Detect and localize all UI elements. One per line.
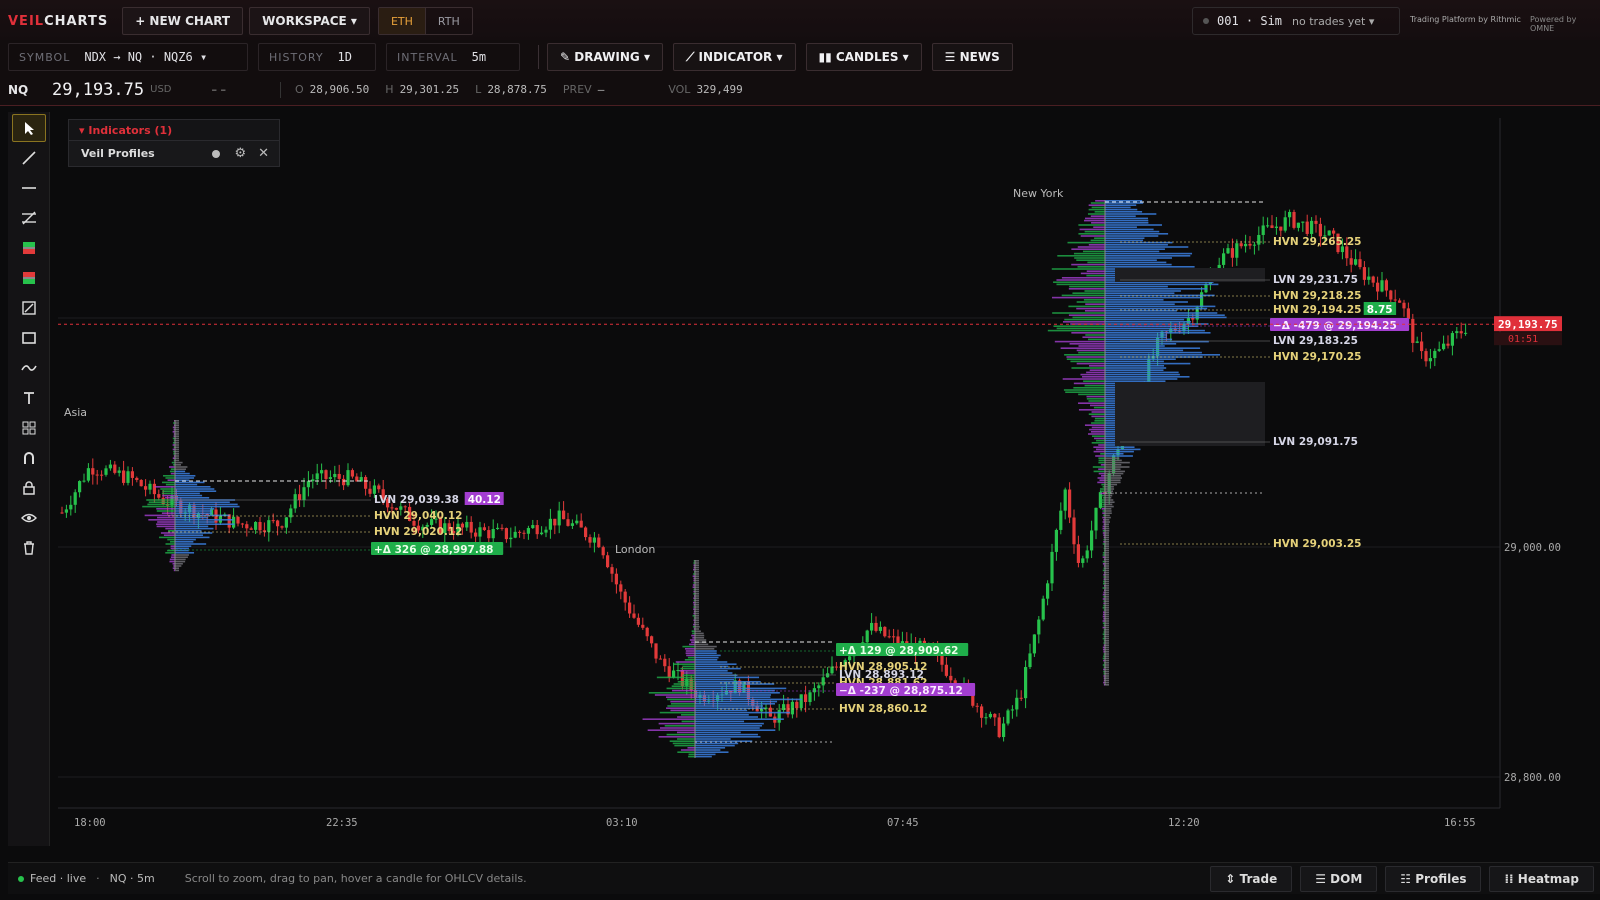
long-position-tool-icon[interactable] (12, 234, 46, 262)
session-eth-button[interactable]: ETH (378, 8, 426, 34)
quote-bar: NQ 29,193.75 USD – – O 28,906.50 H 29,301.… (0, 74, 1600, 106)
open-value: 28,906.50 (309, 83, 370, 96)
open-label: O (295, 83, 304, 96)
trade-button[interactable]: ⇕ Trade (1210, 865, 1293, 892)
indicator-item[interactable]: Veil Profiles ⚙ ✕ (68, 141, 280, 167)
symbol-label: SYMBOL (19, 50, 71, 64)
indicator-dropdown[interactable]: ⟋ INDICATOR ▾ (672, 43, 796, 71)
toolbar: SYMBOL NDX → NQ · NQZ6 ▾ HISTORY 1D INTE… (0, 40, 1600, 74)
quote-currency: USD (150, 84, 172, 95)
interval-label: INTERVAL (397, 50, 458, 64)
close-icon[interactable]: ✕ (258, 146, 269, 161)
high-label: H (385, 83, 394, 96)
magnet-tool-icon[interactable] (12, 444, 46, 472)
indicator-name: Veil Profiles (81, 147, 155, 160)
parallel-channel-tool-icon[interactable] (12, 204, 46, 232)
account-status: no trades yet ▾ (1292, 14, 1375, 28)
text-tool-icon[interactable] (12, 384, 46, 412)
quote-symbol: NQ (8, 82, 29, 97)
measure-tool-icon[interactable] (12, 294, 46, 322)
visibility-dot-icon[interactable] (212, 149, 221, 158)
history-value: 1D (337, 50, 352, 64)
lock-tool-icon[interactable] (12, 474, 46, 502)
quote-divider (280, 81, 281, 98)
symbol-value: NDX → NQ · NQZ6 ▾ (84, 50, 208, 64)
new-chart-button[interactable]: + NEW CHART (122, 7, 244, 35)
history-label: HISTORY (269, 50, 324, 64)
low-label: L (475, 83, 482, 96)
quote-change: – – (211, 83, 227, 96)
indicators-header[interactable]: ▾ Indicators (1) (68, 119, 280, 141)
heatmap-button[interactable]: ⁞⁞ Heatmap (1489, 865, 1594, 892)
feed-live-dot-icon (18, 875, 24, 882)
account-name: 001 · Sim (1217, 14, 1283, 28)
workspace-dropdown[interactable]: WORKSPACE ▾ (249, 7, 370, 35)
news-button[interactable]: ☰ NEWS (931, 43, 1013, 71)
volume-value: 329,499 (696, 83, 743, 96)
status-instrument: NQ · 5m (109, 872, 155, 885)
trendline-tool-icon[interactable] (12, 144, 46, 172)
short-position-tool-icon[interactable] (12, 264, 46, 292)
status-bar: Feed · live · NQ · 5m Scroll to zoom, dr… (8, 862, 1600, 894)
status-hint: Scroll to zoom, drag to pan, hover a can… (184, 872, 527, 885)
profiles-button[interactable]: ☷ Profiles (1385, 865, 1482, 892)
rectangle-tool-icon[interactable] (12, 324, 46, 352)
templates-tool-icon[interactable] (12, 414, 46, 442)
drawing-dropdown[interactable]: ✎ DRAWING ▾ (547, 43, 663, 71)
horizontal-line-tool-icon[interactable] (12, 174, 46, 202)
prev-value: – (597, 83, 605, 96)
quote-price: 29,193.75 (52, 79, 145, 100)
indicators-panel: ▾ Indicators (1) Veil Profiles ⚙ ✕ (68, 119, 280, 167)
volume-label: VOL (668, 83, 691, 96)
brush-tool-icon[interactable] (12, 354, 46, 382)
history-selector[interactable]: HISTORY 1D (258, 43, 376, 71)
trash-tool-icon[interactable] (12, 534, 46, 562)
feed-status: Feed · live (30, 872, 87, 885)
candles-dropdown[interactable]: ▮▮ CANDLES ▾ (805, 43, 922, 71)
chart-area[interactable] (50, 106, 1600, 852)
account-selector[interactable]: 001 · Sim no trades yet ▾ (1192, 7, 1400, 35)
omne-brand: Powered by OMNE (1530, 15, 1577, 33)
session-rth-button[interactable]: RTH (426, 8, 472, 34)
eye-tool-icon[interactable] (12, 504, 46, 532)
prev-label: PREV (562, 83, 592, 96)
dom-button[interactable]: ☰ DOM (1300, 865, 1378, 892)
settings-gear-icon[interactable]: ⚙ (234, 146, 246, 161)
pointer-tool-icon[interactable] (12, 114, 46, 142)
session-toggle[interactable]: ETH RTH (377, 7, 473, 35)
drawing-tools (8, 112, 50, 846)
interval-value: 5m (471, 50, 487, 64)
high-value: 29,301.25 (399, 83, 460, 96)
symbol-selector[interactable]: SYMBOL NDX → NQ · NQZ6 ▾ (8, 43, 248, 71)
toolbar-divider (538, 45, 539, 69)
account-status-dot-icon (1203, 18, 1209, 24)
low-value: 28,878.75 (487, 83, 547, 96)
status-separator: · (96, 872, 100, 885)
rithmic-brand: Trading Platform by Rithmic (1410, 15, 1521, 24)
interval-selector[interactable]: INTERVAL 5m (386, 43, 520, 71)
app-logo: VEILCHARTS (8, 13, 109, 29)
